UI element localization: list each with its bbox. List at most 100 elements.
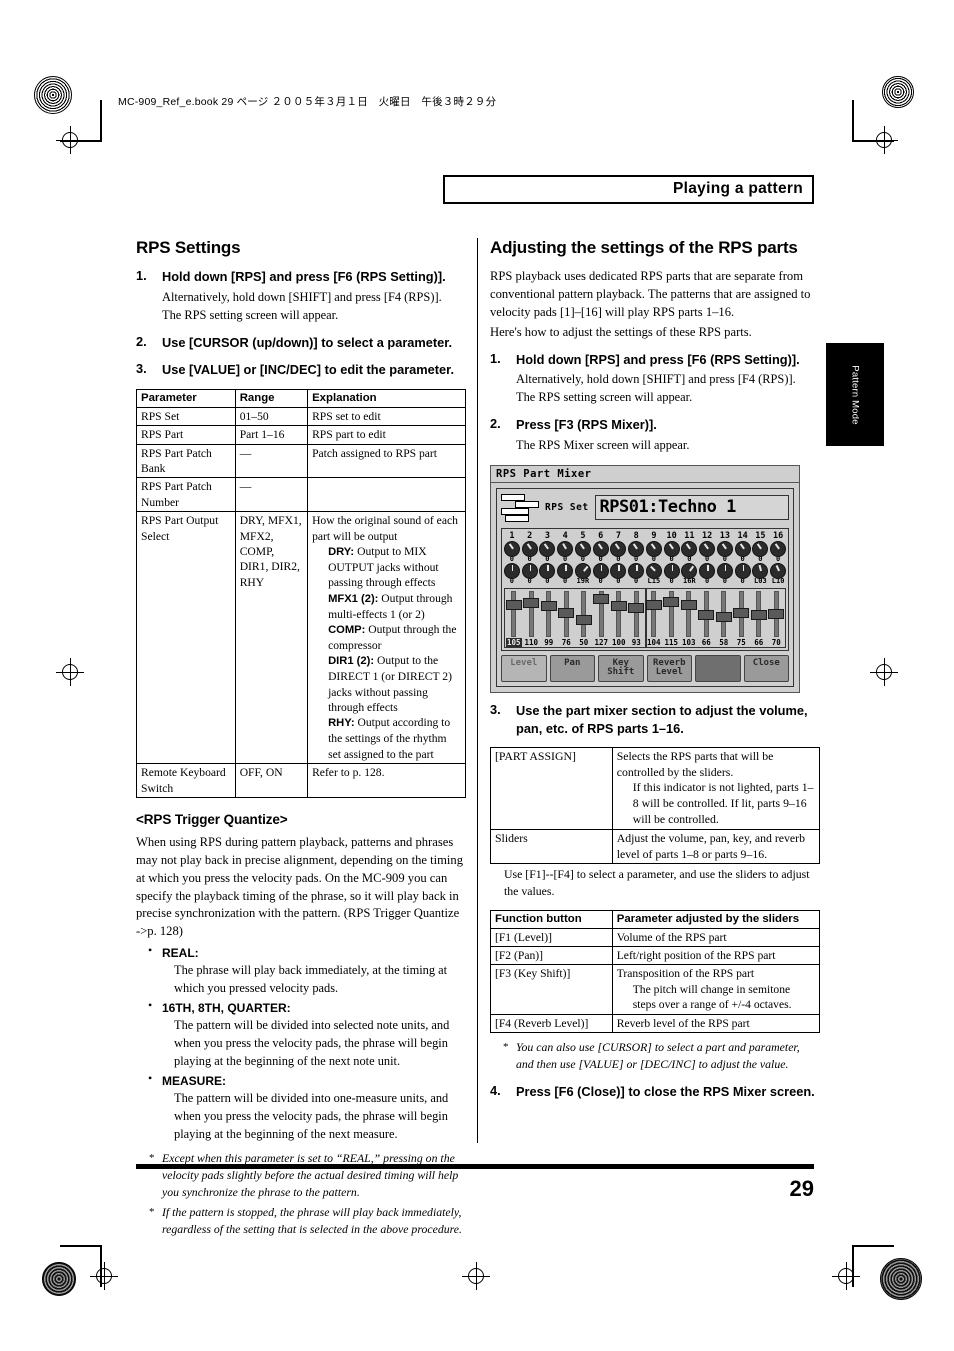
level-slider-handle[interactable] bbox=[593, 593, 610, 604]
pan-knob[interactable] bbox=[610, 563, 627, 580]
level-slider-cell[interactable]: 99 bbox=[540, 590, 558, 647]
level-slider-handle[interactable] bbox=[628, 603, 645, 614]
level-slider-cell[interactable]: 110 bbox=[523, 590, 541, 647]
level-slider-cell[interactable]: 66 bbox=[750, 590, 768, 647]
level-slider-track[interactable] bbox=[540, 590, 557, 637]
key-shift-knob[interactable] bbox=[734, 540, 751, 557]
key-shift-cell[interactable]: 0 bbox=[503, 540, 521, 564]
key-shift-cell[interactable]: 0 bbox=[681, 540, 699, 564]
lcd-function-button-2[interactable]: Pan bbox=[549, 654, 595, 682]
pan-cell[interactable]: 19R bbox=[574, 563, 592, 586]
key-shift-cell[interactable]: 0 bbox=[752, 540, 770, 564]
level-slider-track[interactable] bbox=[505, 590, 522, 637]
level-slider-handle[interactable] bbox=[750, 610, 767, 621]
level-slider-handle[interactable] bbox=[505, 599, 522, 610]
pan-cell[interactable]: 16R bbox=[681, 563, 699, 586]
level-slider-handle[interactable] bbox=[715, 612, 732, 623]
level-slider-track[interactable] bbox=[575, 590, 592, 637]
level-slider-cell[interactable]: 115 bbox=[663, 590, 681, 647]
key-shift-knob[interactable] bbox=[663, 540, 680, 557]
level-slider-cell[interactable]: 75 bbox=[733, 590, 751, 647]
level-slider-track[interactable] bbox=[750, 590, 767, 637]
key-shift-knob[interactable] bbox=[770, 540, 787, 557]
rps-set-value[interactable]: RPS01:Techno 1 bbox=[594, 495, 789, 521]
level-slider-track[interactable] bbox=[733, 590, 750, 637]
key-shift-cell[interactable]: 0 bbox=[574, 540, 592, 564]
pan-knob[interactable] bbox=[628, 563, 645, 580]
knob-row-pan[interactable]: 0 0 0 0 19R 0 0 0 L15 0 16R 0 0 0 L03 L10 bbox=[503, 563, 787, 586]
level-slider-track[interactable] bbox=[610, 590, 627, 637]
key-shift-knob[interactable] bbox=[574, 540, 591, 557]
pan-cell[interactable]: 0 bbox=[556, 563, 574, 586]
key-shift-knob[interactable] bbox=[645, 540, 662, 557]
key-shift-knob[interactable] bbox=[557, 540, 574, 557]
level-slider-handle[interactable] bbox=[610, 601, 627, 612]
pan-cell[interactable]: L03 bbox=[752, 563, 770, 586]
key-shift-cell[interactable]: 0 bbox=[556, 540, 574, 564]
pan-cell[interactable]: 0 bbox=[663, 563, 681, 586]
level-slider-handle[interactable] bbox=[768, 609, 785, 620]
pan-knob[interactable] bbox=[574, 563, 591, 580]
level-slider-cell[interactable]: 104 bbox=[645, 590, 663, 647]
pan-cell[interactable]: 0 bbox=[698, 563, 716, 586]
level-slider-handle[interactable] bbox=[663, 597, 680, 608]
pan-cell[interactable]: 0 bbox=[610, 563, 628, 586]
level-slider-track[interactable] bbox=[628, 590, 645, 637]
key-shift-cell[interactable]: 0 bbox=[592, 540, 610, 564]
key-shift-cell[interactable]: 0 bbox=[663, 540, 681, 564]
pan-cell[interactable]: 0 bbox=[539, 563, 557, 586]
pan-cell[interactable]: 0 bbox=[592, 563, 610, 586]
pan-knob[interactable] bbox=[734, 563, 751, 580]
pan-knob[interactable] bbox=[663, 563, 680, 580]
key-shift-cell[interactable]: 0 bbox=[734, 540, 752, 564]
pan-knob[interactable] bbox=[699, 563, 716, 580]
level-slider-cell[interactable]: 103 bbox=[680, 590, 698, 647]
pan-knob[interactable] bbox=[557, 563, 574, 580]
level-slider-handle[interactable] bbox=[523, 598, 540, 609]
lcd-function-button-1[interactable]: Level bbox=[501, 654, 547, 682]
knob-row-key-shift[interactable]: 0 0 0 0 0 0 0 0 0 0 0 0 0 0 0 0 bbox=[503, 540, 787, 564]
level-slider-cell[interactable]: 50 bbox=[575, 590, 593, 647]
level-slider-track[interactable] bbox=[698, 590, 715, 637]
pan-cell[interactable]: L10 bbox=[769, 563, 787, 586]
key-shift-cell[interactable]: 0 bbox=[539, 540, 557, 564]
pan-knob[interactable] bbox=[503, 563, 520, 580]
pan-knob[interactable] bbox=[716, 563, 733, 580]
pan-knob[interactable] bbox=[521, 563, 538, 580]
level-slider-cell[interactable]: 76 bbox=[558, 590, 576, 647]
level-slider-cell[interactable]: 105 bbox=[505, 590, 523, 647]
key-shift-cell[interactable]: 0 bbox=[610, 540, 628, 564]
key-shift-knob[interactable] bbox=[628, 540, 645, 557]
level-slider-cell[interactable]: 58 bbox=[715, 590, 733, 647]
key-shift-knob[interactable] bbox=[681, 540, 698, 557]
key-shift-knob[interactable] bbox=[610, 540, 627, 557]
key-shift-knob[interactable] bbox=[521, 540, 538, 557]
lcd-function-button-3[interactable]: Key Shift bbox=[598, 654, 644, 682]
level-slider-cell[interactable]: 93 bbox=[628, 590, 646, 647]
pan-knob[interactable] bbox=[645, 563, 662, 580]
level-slider-track[interactable] bbox=[593, 590, 610, 637]
lcd-function-button-row[interactable]: Level Pan Key Shift Reverb Level Close bbox=[501, 654, 789, 682]
key-shift-knob[interactable] bbox=[752, 540, 769, 557]
key-shift-cell[interactable]: 0 bbox=[627, 540, 645, 564]
level-slider-cell[interactable]: 100 bbox=[610, 590, 628, 647]
key-shift-cell[interactable]: 0 bbox=[698, 540, 716, 564]
level-slider-handle[interactable] bbox=[540, 601, 557, 612]
level-slider-handle[interactable] bbox=[558, 607, 575, 618]
level-slider-cell[interactable]: 66 bbox=[698, 590, 716, 647]
key-shift-cell[interactable]: 0 bbox=[769, 540, 787, 564]
pan-cell[interactable]: 0 bbox=[734, 563, 752, 586]
key-shift-knob[interactable] bbox=[716, 540, 733, 557]
level-slider-track[interactable] bbox=[768, 590, 785, 637]
level-slider-track[interactable] bbox=[645, 590, 662, 637]
key-shift-knob[interactable] bbox=[592, 540, 609, 557]
level-slider-track[interactable] bbox=[680, 590, 697, 637]
key-shift-knob[interactable] bbox=[699, 540, 716, 557]
level-slider-handle[interactable] bbox=[698, 610, 715, 621]
level-slider-track[interactable] bbox=[523, 590, 540, 637]
pan-cell[interactable]: L15 bbox=[645, 563, 663, 586]
level-slider-track[interactable] bbox=[663, 590, 680, 637]
level-slider-handle[interactable] bbox=[680, 600, 697, 611]
level-slider-cell[interactable]: 127 bbox=[593, 590, 611, 647]
lcd-function-button-4[interactable]: Reverb Level bbox=[646, 654, 692, 682]
